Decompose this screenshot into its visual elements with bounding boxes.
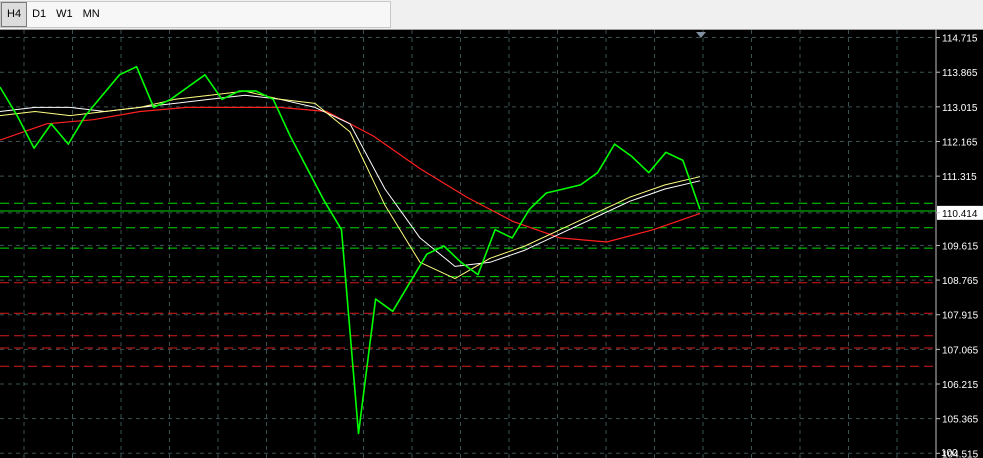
current-price-label: 110.414 — [942, 209, 978, 220]
timeframe-d1-button[interactable]: D1 — [27, 2, 51, 27]
price-tick-label: 113.015 — [942, 103, 978, 114]
price-chart[interactable]: 114.715 113.865 113.015 112.165 111.315 110.4… — [0, 30, 983, 458]
timeframe-button-group: H4 D1 W1 MN — [0, 1, 391, 28]
toolbar-empty-area — [392, 1, 983, 28]
price-tick-label: 113.865 — [942, 68, 978, 79]
timeframe-mn-button[interactable]: MN — [78, 2, 105, 27]
price-tick-label: 105.365 — [942, 415, 979, 426]
price-tick-label: 109.615 — [942, 241, 979, 252]
timeframe-w1-button[interactable]: W1 — [51, 2, 78, 27]
price-tick-label: 107.065 — [942, 345, 979, 356]
timeframe-toolbar: H4 D1 W1 MN — [0, 0, 983, 30]
indicator-scale-label: 100 — [941, 448, 958, 458]
price-tick-label: 114.715 — [942, 34, 978, 45]
price-tick-label: 106.215 — [942, 380, 979, 391]
timeframe-h4-button[interactable]: H4 — [1, 2, 28, 27]
price-tick-label: 111.315 — [942, 172, 977, 183]
price-tick-label: 108.765 — [942, 276, 979, 287]
price-tick-label: 112.165 — [942, 137, 978, 148]
price-tick-label: 107.915 — [942, 311, 979, 322]
